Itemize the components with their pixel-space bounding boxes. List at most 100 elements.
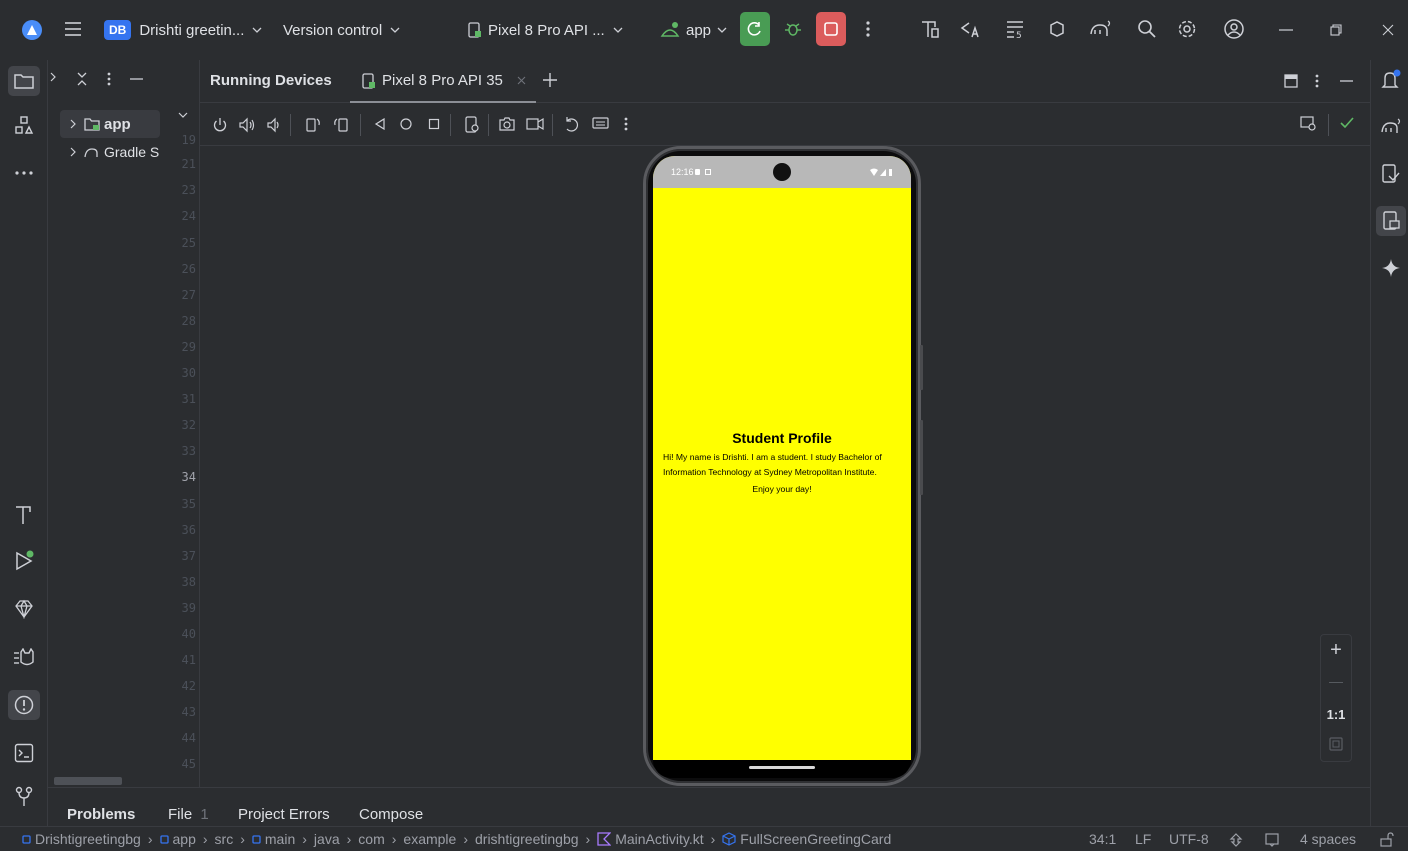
breadcrumb-item[interactable]: drishtigreetingbg — [475, 831, 579, 847]
running-devices-icon[interactable] — [1376, 206, 1406, 236]
window-layout-icon[interactable] — [1284, 74, 1298, 88]
more-actions-icon[interactable] — [858, 18, 878, 40]
tab-file[interactable]: File 1 — [168, 806, 209, 823]
volume-up-icon[interactable] — [238, 117, 256, 133]
screenshot-camera-icon[interactable] — [498, 116, 516, 132]
memory-indicator-icon[interactable] — [1265, 833, 1279, 847]
logcat-icon[interactable]: 5 — [1003, 17, 1027, 41]
device-manager-icon[interactable] — [1379, 162, 1403, 186]
debug-button[interactable] — [778, 12, 808, 46]
build-icon[interactable] — [11, 502, 37, 528]
screen-record-icon[interactable] — [526, 117, 544, 131]
line-number: 41 — [181, 653, 196, 667]
breadcrumb-item[interactable]: main — [252, 831, 295, 847]
structure-icon[interactable] — [11, 112, 37, 138]
tab-compose[interactable]: Compose — [359, 806, 423, 823]
tree-item-gradle[interactable]: Gradle S — [70, 142, 162, 162]
snapshot-restore-icon[interactable] — [564, 116, 580, 134]
main-menu-icon[interactable] — [62, 18, 84, 40]
collapse-all-icon[interactable] — [76, 72, 88, 86]
more-device-actions-icon[interactable] — [624, 117, 628, 131]
file-encoding[interactable]: UTF-8 — [1169, 831, 1209, 847]
power-icon[interactable] — [212, 117, 228, 133]
chevron-right-icon: › — [585, 831, 591, 847]
run-icon[interactable] — [11, 548, 37, 574]
chevron-down-icon — [613, 27, 623, 33]
rotate-left-icon[interactable] — [304, 116, 322, 134]
problems-icon[interactable] — [8, 690, 40, 720]
breadcrumb-item[interactable]: example — [403, 831, 456, 847]
breadcrumb-item[interactable]: FullScreenGreetingCard — [722, 831, 891, 847]
breadcrumb-item[interactable]: MainActivity.kt — [597, 831, 704, 847]
overview-icon[interactable] — [428, 118, 440, 130]
rotate-right-icon[interactable] — [332, 116, 350, 134]
profiler-icon[interactable] — [1045, 17, 1069, 41]
line-separator[interactable]: LF — [1135, 831, 1151, 847]
notifications-bell-icon[interactable] — [1379, 68, 1403, 92]
terminal-icon[interactable] — [11, 740, 37, 766]
zoom-in-button[interactable]: + — [1321, 639, 1351, 662]
line-number: 24 — [181, 209, 196, 223]
zoom-actual-size-button[interactable]: 1:1 — [1321, 707, 1351, 722]
project-folder-icon[interactable] — [8, 66, 40, 96]
close-tab-icon[interactable] — [517, 76, 526, 85]
tree-item-app[interactable]: app — [60, 110, 160, 138]
breadcrumb-item[interactable]: java — [314, 831, 340, 847]
gesture-handle[interactable] — [749, 766, 815, 769]
restore-window-icon[interactable] — [1326, 20, 1346, 40]
stop-button[interactable] — [816, 12, 846, 46]
device-screen[interactable]: 12:16 Student Profile Hi! My name is Dri… — [653, 156, 911, 760]
settings-gear-icon[interactable] — [1175, 17, 1199, 41]
zoom-out-button[interactable]: — — [1321, 673, 1351, 689]
panel-options-icon[interactable] — [1315, 74, 1319, 88]
version-control-menu[interactable]: Version control — [283, 15, 400, 45]
caret-position[interactable]: 34:1 — [1089, 831, 1116, 847]
unlock-icon[interactable] — [1380, 832, 1394, 847]
app-quality-insights-icon[interactable] — [11, 596, 37, 622]
breadcrumb-item[interactable]: Drishtigreetingbg — [22, 831, 141, 847]
rerun-button[interactable] — [740, 12, 770, 46]
breadcrumb-item[interactable]: app — [159, 831, 196, 847]
horizontal-scrollbar[interactable] — [54, 777, 122, 785]
device-frame-icon[interactable] — [464, 116, 480, 134]
build-hammer-icon[interactable] — [918, 17, 942, 41]
add-device-icon[interactable] — [542, 72, 558, 88]
tab-project-errors[interactable]: Project Errors — [238, 806, 330, 823]
project-switcher[interactable]: DB Drishti greetin... — [104, 15, 262, 45]
indent-setting[interactable]: 4 spaces — [1300, 831, 1356, 847]
git-branch-icon[interactable] — [11, 784, 37, 810]
translate-icon[interactable] — [958, 17, 982, 41]
more-tools-icon[interactable] — [11, 160, 37, 186]
device-icon — [468, 22, 482, 38]
breadcrumb-item[interactable]: src — [215, 831, 234, 847]
hide-panel-icon[interactable] — [130, 78, 143, 80]
device-selector[interactable]: Pixel 8 Pro API ... — [468, 15, 623, 45]
rerun-icon — [747, 21, 763, 37]
module-icon — [159, 834, 169, 844]
left-tool-strip — [0, 60, 48, 826]
breadcrumb-item[interactable]: com — [358, 831, 384, 847]
power-save-icon[interactable] — [1229, 833, 1243, 847]
fit-screen-icon[interactable] — [1329, 737, 1343, 751]
gradle-icon[interactable] — [1379, 114, 1403, 138]
home-icon[interactable] — [400, 118, 412, 130]
chevron-down-icon — [390, 27, 400, 33]
keyboard-icon[interactable] — [592, 116, 610, 132]
expand-panel-icon[interactable] — [50, 72, 56, 82]
device-search-icon[interactable] — [1300, 116, 1318, 132]
search-icon[interactable] — [1135, 17, 1159, 41]
run-config-selector[interactable]: app — [660, 15, 727, 45]
account-icon[interactable] — [1222, 17, 1246, 41]
chevron-down-icon[interactable] — [178, 112, 188, 118]
tab-problems[interactable]: Problems — [67, 806, 135, 823]
volume-down-icon[interactable] — [266, 117, 280, 133]
tab-pixel-8-pro[interactable]: Pixel 8 Pro API 35 — [350, 60, 536, 103]
minimize-window-icon[interactable] — [1276, 20, 1296, 40]
gemini-sparkle-icon[interactable] — [1379, 256, 1403, 280]
panel-options-icon[interactable] — [107, 72, 111, 86]
hide-panel-icon[interactable] — [1340, 80, 1353, 82]
logcat-cat-icon[interactable] — [11, 645, 37, 671]
back-icon[interactable] — [374, 118, 386, 130]
close-window-icon[interactable] — [1378, 20, 1398, 40]
gradle-sync-icon[interactable] — [1087, 17, 1113, 41]
